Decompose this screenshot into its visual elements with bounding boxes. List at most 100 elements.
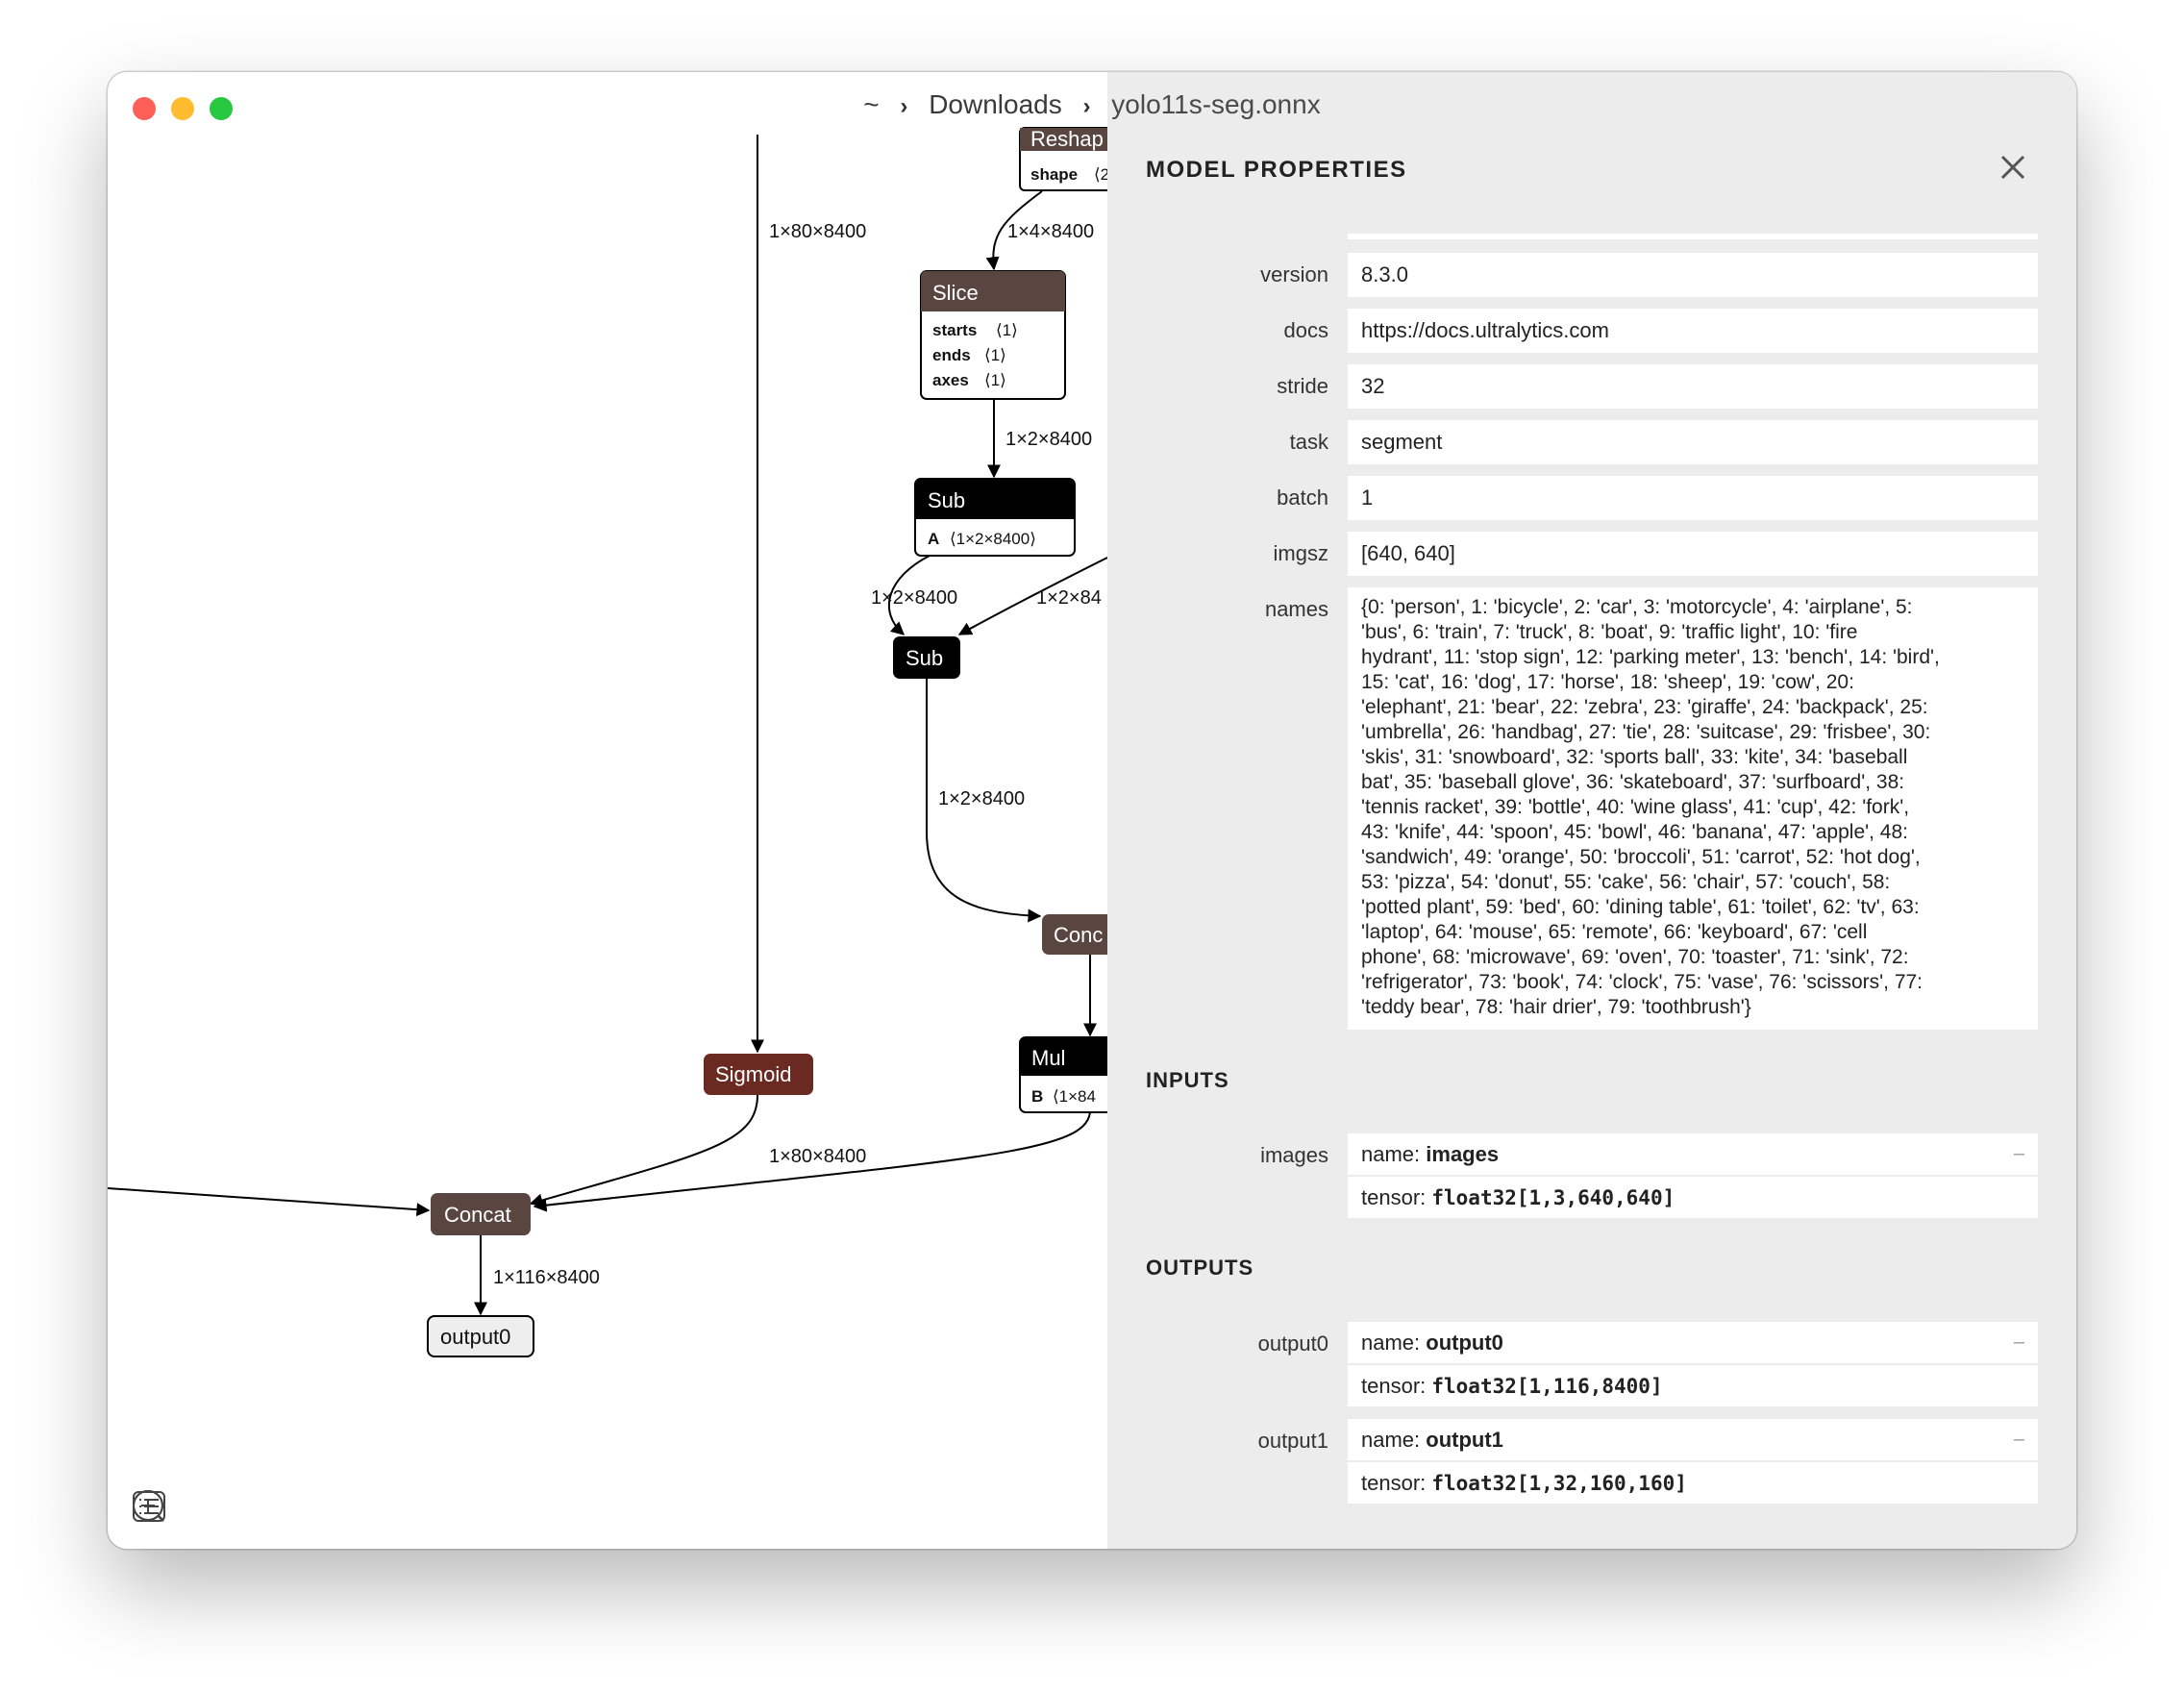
zoom-out-icon[interactable] bbox=[133, 1489, 262, 1524]
tensor-type: float32[1,32,160,160] bbox=[1431, 1472, 1687, 1495]
zoom-in-icon[interactable] bbox=[133, 1489, 214, 1524]
node-title: output0 bbox=[440, 1325, 510, 1349]
output-tensor-box[interactable]: name: output0 – tensor: float32[1,116,84… bbox=[1348, 1322, 2038, 1406]
property-label: batch bbox=[1277, 485, 1328, 510]
node-title: Sigmoid bbox=[715, 1062, 791, 1086]
names-line: 53: 'pizza', 54: 'donut', 55: 'cake', 56… bbox=[1361, 871, 1891, 893]
names-line: {0: 'person', 1: 'bicycle', 2: 'car', 3:… bbox=[1361, 596, 1913, 618]
chevron-right-icon: › bbox=[1082, 93, 1091, 119]
node-slice[interactable]: Slice starts ⟨1⟩ ends ⟨1⟩ axes ⟨1⟩ bbox=[920, 270, 1066, 400]
collapse-toggle[interactable]: – bbox=[2014, 1133, 2024, 1175]
node-title: Conc bbox=[1054, 923, 1103, 947]
node-attr-name: axes bbox=[932, 371, 969, 389]
property-row-stride: stride 32 bbox=[1107, 364, 2076, 409]
property-row-version: version 8.3.0 bbox=[1107, 253, 2076, 297]
node-sub-2[interactable]: Sub bbox=[893, 636, 960, 679]
breadcrumb: ~ › Downloads › yolo11s-seg.onnx bbox=[108, 89, 2076, 120]
property-label: task bbox=[1289, 430, 1328, 454]
names-line: 'tennis racket', 39: 'bottle', 40: 'wine… bbox=[1361, 796, 1910, 818]
property-value[interactable]: 32 bbox=[1348, 364, 2038, 409]
node-output0[interactable]: output0 bbox=[427, 1315, 534, 1357]
property-row-names: names {0: 'person', 1: 'bicycle', 2: 'ca… bbox=[1107, 587, 2076, 1030]
node-attr-name: starts bbox=[932, 321, 977, 339]
names-line: 43: 'knife', 44: 'spoon', 45: 'bowl', 46… bbox=[1361, 821, 1908, 843]
edge-label: 1×2×8400 bbox=[871, 587, 957, 609]
names-line: 'umbrella', 26: 'handbag', 27: 'tie', 28… bbox=[1361, 721, 1931, 743]
tensor-name: output0 bbox=[1426, 1331, 1503, 1355]
output-label: output1 bbox=[1257, 1429, 1328, 1453]
edge-label: 1×80×8400 bbox=[769, 1146, 866, 1167]
property-value[interactable]: https://docs.ultralytics.com bbox=[1348, 309, 2038, 353]
node-sub[interactable]: Sub A ⟨1×2×8400⟩ bbox=[914, 478, 1076, 557]
node-title: Reshap bbox=[1030, 127, 1104, 151]
edge-label: 1×2×84 bbox=[1036, 587, 1102, 609]
tensor-name-line: name: output0 – bbox=[1348, 1322, 2038, 1363]
tensor-name-prefix: name: bbox=[1361, 1142, 1427, 1166]
tensor-type-line: tensor: float32[1,116,8400] bbox=[1348, 1365, 2038, 1406]
property-label: docs bbox=[1283, 318, 1328, 342]
names-line: 'elephant', 21: 'bear', 22: 'zebra', 23:… bbox=[1361, 696, 1928, 718]
property-value[interactable]: [640, 640] bbox=[1348, 532, 2038, 576]
names-line: 'sandwich', 49: 'orange', 50: 'broccoli'… bbox=[1361, 846, 1921, 868]
edge-label: 1×80×8400 bbox=[769, 221, 866, 242]
node-attr-value: ⟨1⟩ bbox=[996, 321, 1018, 339]
node-title: Slice bbox=[932, 281, 979, 305]
node-attr-value: ⟨1⟩ bbox=[984, 371, 1006, 389]
collapse-toggle[interactable]: – bbox=[2014, 1419, 2024, 1460]
property-value[interactable]: segment bbox=[1348, 420, 2038, 464]
collapse-toggle[interactable]: – bbox=[2014, 1322, 2024, 1363]
property-row-task: task segment bbox=[1107, 420, 2076, 464]
names-line: 'potted plant', 59: 'bed', 60: 'dining t… bbox=[1361, 896, 1920, 918]
node-attr-name: ends bbox=[932, 346, 971, 364]
node-title: Mul bbox=[1031, 1046, 1065, 1070]
property-label: imgsz bbox=[1273, 541, 1328, 565]
input-tensor-box[interactable]: name: images – tensor: float32[1,3,640,6… bbox=[1348, 1133, 2038, 1218]
property-value[interactable]: 1 bbox=[1348, 476, 2038, 520]
breadcrumb-folder[interactable]: Downloads bbox=[929, 89, 1062, 119]
output-label: output0 bbox=[1257, 1331, 1328, 1356]
property-row-imgsz: imgsz [640, 640] bbox=[1107, 532, 2076, 576]
node-sigmoid[interactable]: Sigmoid bbox=[704, 1054, 813, 1095]
node-attr-name: B bbox=[1031, 1087, 1043, 1106]
property-value[interactable]: 8.3.0 bbox=[1348, 253, 2038, 297]
node-title: Concat bbox=[444, 1203, 511, 1227]
node-attr-name: A bbox=[928, 530, 939, 548]
chevron-right-icon: › bbox=[900, 93, 908, 119]
edge-label: 1×116×8400 bbox=[493, 1267, 600, 1288]
node-attr-value: ⟨2 bbox=[1094, 165, 1107, 184]
node-title: Sub bbox=[928, 488, 965, 512]
names-line: 'teddy bear', 78: 'hair drier', 79: 'too… bbox=[1361, 996, 1751, 1018]
tensor-name-prefix: name: bbox=[1361, 1428, 1427, 1452]
output-row-output1: output1 name: output1 – tensor: float32[… bbox=[1107, 1419, 2076, 1505]
edge-label: 1×4×8400 bbox=[1007, 221, 1094, 242]
node-concat-right[interactable]: Conc bbox=[1042, 914, 1107, 955]
names-line: phone', 68: 'microwave', 69: 'oven', 70:… bbox=[1361, 946, 1909, 968]
tensor-type: float32[1,116,8400] bbox=[1431, 1375, 1663, 1398]
node-reshape[interactable]: Reshap shape ⟨2 bbox=[1019, 127, 1107, 191]
breadcrumb-home[interactable]: ~ bbox=[863, 89, 879, 119]
tensor-name-prefix: name: bbox=[1361, 1331, 1427, 1355]
graph-canvas[interactable]: 1×80×8400 1×4×8400 1×2×8400 1×2×8400 1×2… bbox=[108, 72, 1107, 1549]
edge-label: 1×2×8400 bbox=[1005, 429, 1092, 450]
property-value-names[interactable]: {0: 'person', 1: 'bicycle', 2: 'car', 3:… bbox=[1348, 587, 2038, 1030]
inputs-section-title: INPUTS bbox=[1146, 1068, 1229, 1092]
graph-svg[interactable]: 1×80×8400 1×4×8400 1×2×8400 1×2×8400 1×2… bbox=[108, 72, 1107, 1549]
close-icon[interactable] bbox=[1997, 151, 2029, 184]
names-line: 'laptop', 64: 'mouse', 65: 'remote', 66:… bbox=[1361, 921, 1868, 943]
node-concat[interactable]: Concat bbox=[431, 1193, 531, 1235]
edge-sigmoid-to-concat bbox=[529, 1094, 758, 1207]
tensor-type-prefix: tensor: bbox=[1361, 1185, 1432, 1209]
names-line: 'bus', 6: 'train', 7: 'truck', 8: 'boat'… bbox=[1361, 621, 1858, 643]
outputs-section-title: OUTPUTS bbox=[1146, 1256, 1254, 1280]
scroll-divider bbox=[1348, 234, 2038, 239]
output-tensor-box[interactable]: name: output1 – tensor: float32[1,32,160… bbox=[1348, 1419, 2038, 1504]
node-mul[interactable]: Mul B ⟨1×84 bbox=[1019, 1036, 1107, 1113]
breadcrumb-file[interactable]: yolo11s-seg.onnx bbox=[1111, 89, 1320, 119]
property-row-batch: batch 1 bbox=[1107, 476, 2076, 520]
node-title: Sub bbox=[906, 646, 943, 670]
tensor-name-line: name: images – bbox=[1348, 1133, 2038, 1175]
node-attr-value: ⟨1×84 bbox=[1053, 1087, 1096, 1106]
tensor-type: float32[1,3,640,640] bbox=[1431, 1186, 1675, 1209]
input-label: images bbox=[1260, 1143, 1328, 1167]
tensor-name: output1 bbox=[1426, 1428, 1503, 1452]
